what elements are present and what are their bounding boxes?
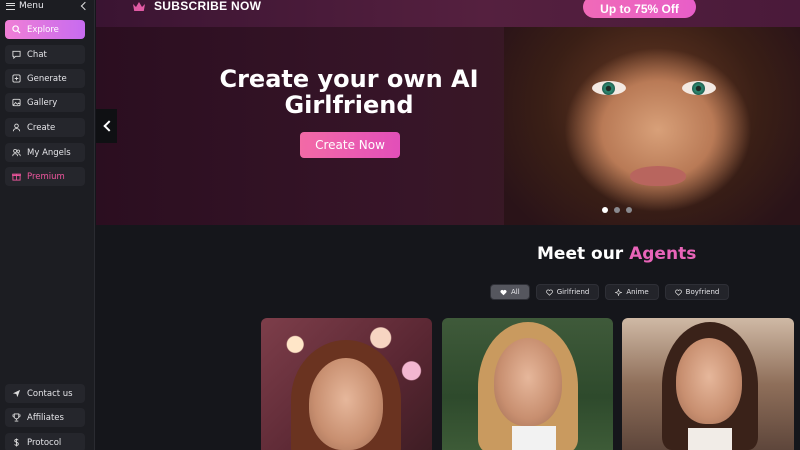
heart-icon [500, 289, 507, 296]
sidebar-item-label: Generate [27, 73, 67, 84]
collapse-sidebar-chevron-icon[interactable] [80, 1, 90, 11]
sidebar-item-label: Affiliates [27, 412, 64, 423]
sparkle-icon [615, 288, 623, 296]
agent-card[interactable] [261, 318, 432, 450]
carousel-prev-button[interactable] [96, 109, 117, 143]
plus-square-icon [12, 74, 21, 83]
gift-icon [12, 172, 21, 181]
hero-image [504, 27, 800, 225]
sidebar-item-label: Explore [27, 24, 59, 35]
image-icon [12, 98, 21, 107]
agents-section-title: Meet our Agents [537, 244, 697, 264]
heart-outline-icon [545, 289, 553, 296]
crown-icon [133, 2, 145, 11]
sidebar-item-premium[interactable]: Premium [5, 167, 85, 186]
sidebar-item-label: Protocol [27, 437, 62, 448]
hero-title: Create your own AI Girlfriend [219, 65, 479, 119]
users-icon [12, 148, 21, 157]
carousel-dot[interactable] [626, 207, 632, 213]
filter-anime[interactable]: Anime [605, 284, 659, 300]
filter-all[interactable]: All [490, 284, 530, 300]
sidebar-item-chat[interactable]: Chat [5, 45, 85, 64]
create-now-button[interactable]: Create Now [300, 132, 400, 158]
send-icon [12, 389, 21, 398]
agent-photo [494, 338, 562, 426]
sidebar-item-label: Gallery [27, 97, 58, 108]
filter-girlfriend[interactable]: Girlfriend [535, 284, 600, 300]
sidebar-item-label: Create [27, 122, 56, 133]
sidebar-item-create[interactable]: Create [5, 118, 85, 137]
carousel-dot[interactable] [614, 207, 620, 213]
menu-header: Menu [6, 0, 90, 12]
sidebar-item-affiliates[interactable]: Affiliates [5, 408, 85, 427]
sidebar-item-my-angels[interactable]: My Angels [5, 143, 85, 162]
agent-card[interactable] [442, 318, 613, 450]
carousel-dots [602, 207, 632, 213]
agent-filter-bar: All Girlfriend Anime Boyfriend [490, 284, 730, 300]
sidebar-item-explore[interactable]: Explore [5, 20, 85, 39]
promo-button[interactable]: Up to 75% Off [583, 0, 696, 18]
sidebar-item-protocol[interactable]: Protocol [5, 433, 85, 450]
chat-bubble-icon [12, 50, 21, 59]
sidebar-item-contact-us[interactable]: Contact us [5, 384, 85, 403]
search-icon [12, 25, 21, 34]
chevron-left-icon [102, 120, 115, 132]
sidebar-item-generate[interactable]: Generate [5, 69, 85, 88]
subscribe-banner[interactable]: SUBSCRIBE NOW Up to 75% Off [96, 0, 800, 27]
hero-carousel: Create your own AI Girlfriend Create Now [96, 27, 800, 225]
sidebar-item-gallery[interactable]: Gallery [5, 93, 85, 112]
user-icon [12, 123, 21, 132]
agent-photo [676, 338, 742, 424]
carousel-dot[interactable] [602, 207, 608, 213]
filter-boyfriend[interactable]: Boyfriend [664, 284, 730, 300]
agent-card[interactable] [622, 318, 794, 450]
sidebar-item-label: My Angels [27, 147, 71, 158]
hamburger-icon[interactable] [6, 2, 15, 10]
dollar-icon [12, 438, 21, 447]
trophy-icon [12, 413, 21, 422]
sidebar-item-label: Chat [27, 49, 47, 60]
sidebar: Menu Explore Chat Generate Gallery Creat… [0, 0, 95, 450]
sidebar-item-label: Contact us [27, 388, 73, 399]
sidebar-item-label: Premium [27, 171, 65, 182]
heart-outline-icon [674, 289, 682, 296]
subscribe-now-text[interactable]: SUBSCRIBE NOW [154, 0, 261, 13]
menu-label: Menu [19, 1, 44, 11]
agent-photo [309, 358, 383, 450]
